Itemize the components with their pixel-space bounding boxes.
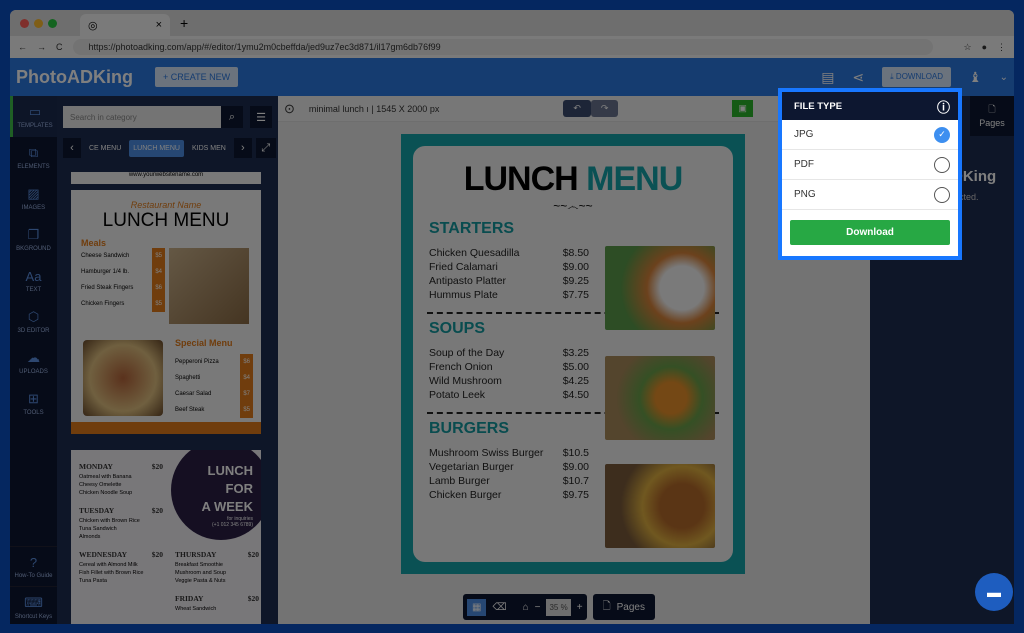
- file-type-option-pdf[interactable]: PDF: [782, 150, 958, 180]
- option-label: PDF: [794, 159, 814, 170]
- popup-title: FILE TYPE: [794, 100, 843, 112]
- radio-unchecked-icon[interactable]: [934, 156, 950, 173]
- radio-unchecked-icon[interactable]: [934, 186, 950, 203]
- radio-checked-icon[interactable]: ✓: [934, 126, 950, 143]
- info-icon[interactable]: ⓘ: [937, 97, 950, 116]
- file-type-popup: FILE TYPE ⓘ JPG ✓ PDF PNG Download: [778, 88, 962, 260]
- file-type-option-png[interactable]: PNG: [782, 180, 958, 210]
- option-label: JPG: [794, 129, 814, 140]
- option-label: PNG: [794, 189, 816, 200]
- download-submit-button[interactable]: Download: [790, 220, 950, 245]
- chat-button[interactable]: ▬: [975, 573, 1013, 611]
- file-type-option-jpg[interactable]: JPG ✓: [782, 120, 958, 150]
